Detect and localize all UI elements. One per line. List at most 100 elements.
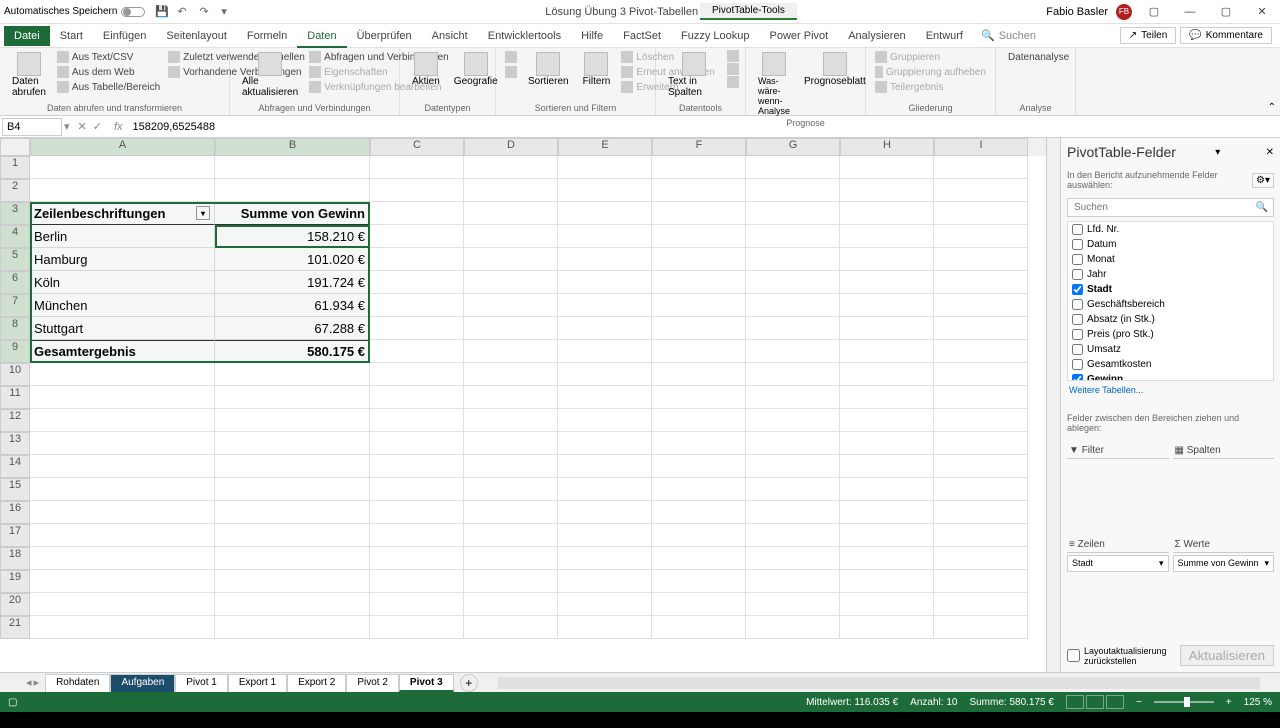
cell[interactable] — [30, 432, 215, 455]
search-icon[interactable]: 🔍 — [981, 29, 995, 42]
cell[interactable] — [652, 294, 746, 317]
values-field-item[interactable]: Summe von Gewinn▾ — [1173, 555, 1275, 572]
remove-dup-icon[interactable] — [727, 63, 739, 75]
cell[interactable] — [934, 202, 1028, 225]
cell[interactable] — [558, 432, 652, 455]
col-header[interactable]: E — [558, 138, 652, 156]
name-box[interactable] — [2, 118, 62, 136]
comments-button[interactable]: 💬Kommentare — [1180, 27, 1272, 44]
cell[interactable] — [30, 547, 215, 570]
cell[interactable] — [558, 478, 652, 501]
cell[interactable]: Hamburg — [30, 248, 215, 271]
rows-drop-area[interactable]: ≡ Zeilen Stadt▾ — [1067, 537, 1169, 627]
field-checkbox[interactable] — [1072, 344, 1083, 355]
row-header[interactable]: 21 — [0, 616, 30, 639]
cell[interactable] — [370, 156, 464, 179]
row-header[interactable]: 14 — [0, 455, 30, 478]
col-header[interactable]: I — [934, 138, 1028, 156]
cancel-icon[interactable]: ✕ — [78, 120, 87, 133]
cell[interactable] — [746, 409, 840, 432]
cell[interactable] — [370, 432, 464, 455]
cell[interactable] — [464, 179, 558, 202]
cell[interactable] — [746, 501, 840, 524]
record-macro-icon[interactable]: ▢ — [8, 697, 17, 708]
validation-icon[interactable] — [727, 76, 739, 88]
cell[interactable] — [746, 156, 840, 179]
cell[interactable] — [652, 156, 746, 179]
cell[interactable] — [464, 478, 558, 501]
get-data-button[interactable]: Daten abrufen — [6, 50, 52, 100]
row-header[interactable]: 2 — [0, 179, 30, 202]
cell[interactable] — [558, 501, 652, 524]
confirm-icon[interactable]: ✓ — [93, 120, 102, 133]
cell[interactable] — [652, 202, 746, 225]
cell[interactable] — [840, 317, 934, 340]
cell[interactable] — [840, 363, 934, 386]
more-tables-link[interactable]: Weitere Tabellen... — [1067, 381, 1274, 399]
sheet-nav-left-icon[interactable]: ◂ — [26, 676, 32, 689]
cell[interactable] — [652, 478, 746, 501]
search-label[interactable]: Suchen — [999, 30, 1036, 42]
sheet-tab[interactable]: Aufgaben — [110, 674, 175, 692]
cell[interactable] — [652, 501, 746, 524]
sheet-tab[interactable]: Export 2 — [287, 674, 346, 692]
cell[interactable] — [652, 547, 746, 570]
col-header[interactable]: H — [840, 138, 934, 156]
cell[interactable] — [840, 524, 934, 547]
cell[interactable]: München — [30, 294, 215, 317]
field-item[interactable]: Gesamtkosten — [1068, 357, 1273, 372]
cell[interactable] — [746, 593, 840, 616]
cell[interactable] — [30, 363, 215, 386]
cell[interactable] — [464, 432, 558, 455]
cell[interactable] — [215, 363, 370, 386]
field-checkbox[interactable] — [1072, 329, 1083, 340]
cell[interactable] — [652, 409, 746, 432]
row-header[interactable]: 10 — [0, 363, 30, 386]
cell[interactable] — [558, 317, 652, 340]
sheet-tab[interactable]: Pivot 2 — [346, 674, 399, 692]
cell[interactable] — [746, 455, 840, 478]
page-layout-icon[interactable] — [1086, 695, 1104, 709]
cell[interactable] — [30, 501, 215, 524]
cell[interactable]: 580.175 € — [215, 340, 370, 363]
cell[interactable] — [652, 317, 746, 340]
cell[interactable]: 61.934 € — [215, 294, 370, 317]
fx-icon[interactable]: fx — [110, 121, 127, 133]
ribbon-display-icon[interactable]: ▢ — [1140, 2, 1168, 22]
row-header[interactable]: 13 — [0, 432, 30, 455]
qat-dropdown-icon[interactable]: ▾ — [221, 5, 235, 19]
row-header[interactable]: 12 — [0, 409, 30, 432]
redo-icon[interactable]: ↷ — [199, 5, 213, 19]
cell[interactable] — [370, 570, 464, 593]
cell[interactable] — [840, 455, 934, 478]
cell[interactable] — [370, 524, 464, 547]
cell[interactable]: Stuttgart — [30, 317, 215, 340]
cell[interactable] — [652, 455, 746, 478]
field-item[interactable]: Absatz (in Stk.) — [1068, 312, 1273, 327]
autosave-toggle[interactable]: Automatisches Speichern — [4, 6, 145, 17]
from-table-button[interactable]: Aus Tabelle/Bereich — [54, 80, 163, 94]
cell[interactable] — [934, 478, 1028, 501]
user-name[interactable]: Fabio Basler — [1046, 6, 1108, 18]
toggle-switch[interactable] — [121, 7, 145, 17]
cell[interactable] — [652, 225, 746, 248]
cell[interactable] — [215, 179, 370, 202]
tab-analysieren[interactable]: Analysieren — [838, 26, 915, 46]
cell[interactable] — [464, 386, 558, 409]
formula-input[interactable] — [127, 119, 1280, 135]
cell[interactable] — [370, 363, 464, 386]
cell[interactable] — [558, 386, 652, 409]
defer-checkbox[interactable] — [1067, 649, 1080, 662]
filter-button[interactable]: Filtern — [577, 50, 617, 94]
cell[interactable] — [558, 248, 652, 271]
cell[interactable] — [746, 317, 840, 340]
cell[interactable] — [934, 156, 1028, 179]
cell[interactable] — [558, 294, 652, 317]
cell[interactable] — [464, 547, 558, 570]
sheet-nav-right-icon[interactable]: ▸ — [34, 676, 40, 689]
cell[interactable] — [370, 409, 464, 432]
tab-seitenlayout[interactable]: Seitenlayout — [156, 26, 237, 46]
field-checkbox[interactable] — [1072, 314, 1083, 325]
tab-überprüfen[interactable]: Überprüfen — [347, 26, 422, 46]
row-header[interactable]: 17 — [0, 524, 30, 547]
